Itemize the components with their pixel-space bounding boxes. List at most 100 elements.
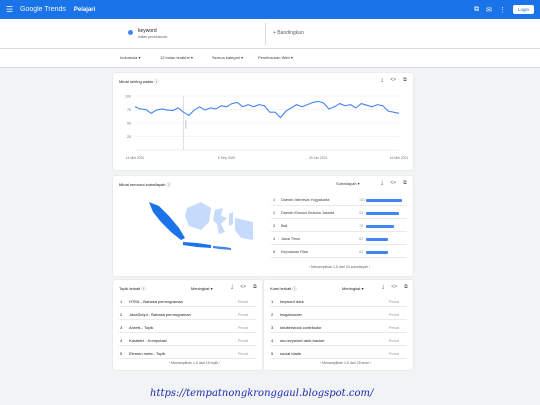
list-item[interactable]: 4 seo keyword rank tracker Pesat: [270, 334, 407, 346]
help-icon[interactable]: ⓘ: [154, 79, 158, 84]
list-item[interactable]: 2 Daerah Khusus Ibukota Jakarta 93: [271, 208, 407, 219]
map-region-kalimantan[interactable]: [185, 202, 211, 230]
category-filter[interactable]: Semua kategori ▾: [212, 55, 243, 60]
rank: 1: [271, 299, 274, 304]
list-item[interactable]: 3 Bali 78: [271, 221, 407, 232]
download-icon[interactable]: ⤓: [381, 77, 383, 83]
map-region-java[interactable]: [183, 242, 211, 248]
region-score-bar: [366, 238, 389, 241]
topic-sort-dropdown[interactable]: Meningkat ▾: [191, 286, 213, 291]
region-level-dropdown[interactable]: Subwilayah ▾: [336, 181, 360, 186]
share-icon[interactable]: ⧉: [404, 284, 408, 290]
list-item[interactable]: 5 Kepulauan Riau 62: [271, 247, 407, 258]
help-icon[interactable]: ⓘ: [292, 286, 296, 291]
share-icon[interactable]: ⧉: [474, 6, 479, 14]
annotation-label[interactable]: Catatan: [184, 120, 188, 130]
list-item[interactable]: 1 Daerah Istimewa Yogyakarta 100: [271, 195, 407, 206]
divider: [265, 23, 266, 45]
query-label[interactable]: social blade: [280, 351, 301, 356]
line-chart[interactable]: 100 75 50 25 Catatan 14 Mei 2020 6 Sep 2020 30 …: [113, 90, 413, 170]
map-region-bali-nusa[interactable]: [213, 246, 231, 250]
time-filter[interactable]: 12 bulan terakhir ▾: [160, 55, 193, 60]
search-term[interactable]: keyword Istilah penelusuran: [120, 26, 265, 46]
watermark-url: https://tempatnongkronggaul.blogspot.com…: [150, 388, 374, 399]
tab-pelajari[interactable]: Pelajari: [74, 7, 95, 13]
topic-label[interactable]: Karakter - Komputasi: [129, 338, 167, 343]
related-queries-card: Kueri terkait ⓘ Meningkat ▾ ⤓ <> ⧉ 1 key…: [264, 280, 413, 370]
region-score: 62: [359, 250, 364, 254]
search-type-filter-label: Penelusuran Web: [258, 55, 290, 60]
series-color-dot: [128, 30, 133, 35]
topic-label[interactable]: Ahrefs - Topik: [129, 325, 153, 330]
share-icon[interactable]: ⧉: [403, 180, 407, 186]
list-item[interactable]: 4 Jawa Timur 62: [271, 234, 407, 245]
list-item[interactable]: 1 keyword dark Pesat: [270, 295, 407, 307]
region-name: Daerah Istimewa Yogyakarta: [281, 198, 330, 202]
card-title: Minat seiring waktu ⓘ: [119, 79, 158, 85]
compare-button[interactable]: + Bandingkan: [273, 30, 304, 36]
chevron-right-icon[interactable]: ›: [219, 361, 220, 365]
rank: 3: [271, 325, 274, 330]
help-icon[interactable]: ⓘ: [141, 286, 145, 291]
feedback-icon[interactable]: ✉: [486, 6, 492, 14]
chevron-left-icon[interactable]: ‹: [309, 265, 310, 269]
list-item[interactable]: 5 social blade Pesat: [270, 347, 407, 359]
brand-logo[interactable]: Google Trends: [20, 6, 66, 13]
share-icon[interactable]: ⧉: [403, 77, 407, 83]
list-item[interactable]: 3 shutterstock contributor Pesat: [270, 321, 407, 333]
region-score: 93: [359, 211, 364, 215]
login-button[interactable]: Login: [512, 5, 534, 14]
list-item[interactable]: 1 HTML - Bahasa pemrograman Pesat: [119, 295, 256, 307]
list-item[interactable]: 2 JavaScript - Bahasa pemrograman Pesat: [119, 308, 256, 320]
chevron-left-icon[interactable]: ‹: [169, 361, 170, 365]
chevron-right-icon[interactable]: ›: [370, 361, 371, 365]
topic-label[interactable]: JavaScript - Bahasa pemrograman: [129, 312, 191, 317]
query-label[interactable]: keyword dark: [280, 299, 304, 304]
trend-value: Pesat: [237, 338, 248, 343]
map-region-papua[interactable]: [235, 218, 253, 240]
query-sort-dropdown[interactable]: Meningkat ▾: [342, 286, 364, 291]
rank: 1: [120, 299, 123, 304]
location-filter-label: Indonesia: [120, 55, 138, 60]
apps-icon[interactable]: ⋮: [499, 6, 506, 14]
x-tick-label: 16 Mei 2021: [390, 156, 409, 160]
help-icon[interactable]: ⓘ: [167, 182, 171, 187]
map-region-sulawesi[interactable]: [213, 208, 227, 234]
download-icon[interactable]: ⤓: [382, 284, 384, 290]
compare-bar: keyword Istilah penelusuran + Bandingkan: [0, 19, 540, 49]
query-label[interactable]: shutterstock contributor: [280, 325, 322, 330]
embed-icon[interactable]: <>: [240, 284, 246, 290]
list-item[interactable]: 2 insgahooder Pesat: [270, 308, 407, 320]
card-title-text: Topik terkait: [119, 286, 141, 291]
list-item[interactable]: 3 Ahrefs - Topik Pesat: [119, 321, 256, 333]
rank: 5: [273, 250, 276, 254]
region-score: 100: [359, 198, 366, 202]
chevron-right-icon[interactable]: ›: [369, 265, 370, 269]
search-type-filter[interactable]: Penelusuran Web ▾: [258, 55, 293, 60]
location-filter[interactable]: Indonesia ▾: [120, 55, 141, 60]
chevron-left-icon[interactable]: ‹: [320, 361, 321, 365]
list-item[interactable]: 5 Elemen meta - Topik Pesat: [119, 347, 256, 359]
download-icon[interactable]: ⤓: [231, 284, 233, 290]
card-title: Kueri terkait ⓘ: [270, 286, 296, 292]
topic-label[interactable]: HTML - Bahasa pemrograman: [129, 299, 183, 304]
topic-pager-text: Menampilkan 1-5 dari 15 topik: [171, 361, 219, 365]
embed-icon[interactable]: <>: [390, 77, 396, 83]
share-icon[interactable]: ⧉: [253, 284, 257, 290]
region-pager: ‹ Menampilkan 1-5 dari 33 subwilayah ›: [309, 265, 370, 269]
map-region-sumatra[interactable]: [149, 202, 185, 240]
map-region-maluku[interactable]: [229, 212, 233, 226]
query-sort-label: Meningkat: [342, 286, 361, 291]
embed-icon[interactable]: <>: [390, 180, 396, 186]
y-tick-label: 75: [127, 108, 131, 112]
list-item[interactable]: 4 Karakter - Komputasi Pesat: [119, 334, 256, 346]
indonesia-map[interactable]: [145, 194, 255, 254]
menu-icon[interactable]: ☰: [6, 5, 16, 14]
query-label[interactable]: insgahooder: [280, 312, 302, 317]
query-label[interactable]: seo keyword rank tracker: [280, 338, 325, 343]
topic-label[interactable]: Elemen meta - Topik: [129, 351, 165, 356]
embed-icon[interactable]: <>: [391, 284, 397, 290]
trend-value: Pesat: [388, 312, 399, 317]
chevron-down-icon: ▾: [290, 55, 293, 60]
download-icon[interactable]: ⤓: [381, 180, 383, 186]
